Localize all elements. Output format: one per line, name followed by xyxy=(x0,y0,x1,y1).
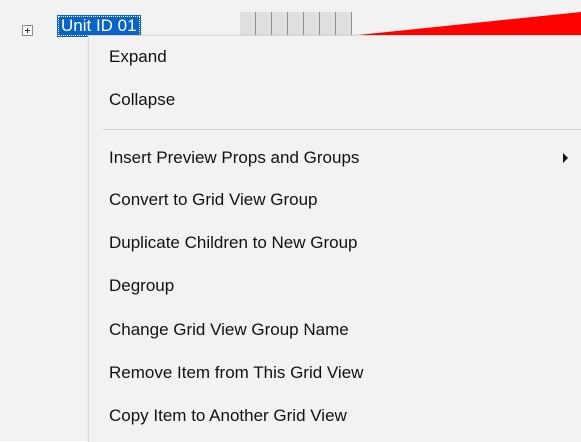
menu-item-copy-item[interactable]: Copy Item to Another Grid View xyxy=(89,401,581,431)
tree-node-label[interactable]: Unit ID 01 xyxy=(57,15,141,37)
timeline-cell xyxy=(256,12,272,36)
menu-item-label: Duplicate Children to New Group xyxy=(109,233,358,252)
timeline-bar xyxy=(240,12,581,36)
timeline-ramp-fill xyxy=(348,12,581,36)
submenu-arrow-icon xyxy=(563,153,568,163)
menu-item-label: Expand xyxy=(109,47,167,66)
menu-item-expand[interactable]: Expand xyxy=(89,42,581,72)
context-menu: Expand Collapse Insert Preview Props and… xyxy=(88,35,581,442)
menu-item-collapse[interactable]: Collapse xyxy=(89,85,581,115)
timeline-cell xyxy=(320,12,336,36)
menu-item-label: Degroup xyxy=(109,276,175,295)
timeline-cell xyxy=(272,12,288,36)
menu-item-label: Copy Item to Another Grid View xyxy=(109,406,347,425)
menu-item-label: Collapse xyxy=(109,90,176,109)
menu-item-label: Change Grid View Group Name xyxy=(109,320,349,339)
menu-item-label: Remove Item from This Grid View xyxy=(109,363,364,382)
menu-item-label: Insert Preview Props and Groups xyxy=(109,148,360,167)
menu-item-label: Convert to Grid View Group xyxy=(109,190,318,209)
menu-item-insert-preview-props[interactable]: Insert Preview Props and Groups xyxy=(89,143,581,173)
menu-item-change-group-name[interactable]: Change Grid View Group Name xyxy=(89,315,581,345)
menu-item-duplicate-children[interactable]: Duplicate Children to New Group xyxy=(89,228,581,258)
timeline-cell xyxy=(240,12,256,36)
menu-item-degroup[interactable]: Degroup xyxy=(89,271,581,301)
expand-tree-node-icon[interactable] xyxy=(22,25,33,36)
menu-item-remove-item[interactable]: Remove Item from This Grid View xyxy=(89,358,581,388)
timeline-cell xyxy=(304,12,320,36)
menu-separator xyxy=(103,129,581,130)
menu-item-convert-to-grid-view-group[interactable]: Convert to Grid View Group xyxy=(89,185,581,215)
timeline-cell xyxy=(288,12,304,36)
